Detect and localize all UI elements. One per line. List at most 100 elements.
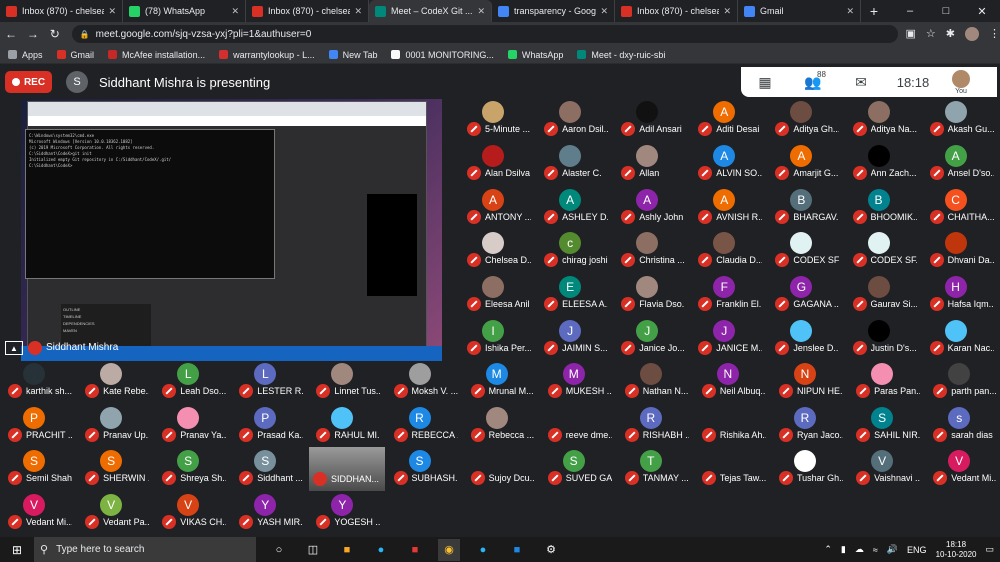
participant-tile[interactable]: c chirag joshi <box>544 232 608 272</box>
browser-tab[interactable]: Inbox (870) - chelseade...✕ <box>615 0 738 22</box>
participant-tile[interactable]: SSUVED GA... <box>547 450 612 490</box>
participant-tile[interactable]: LLESTER R... <box>239 363 303 403</box>
taskbar-clock[interactable]: 18:18 10-10-2020 <box>936 540 977 560</box>
participant-tile[interactable]: SSHERWIN ... <box>85 450 149 490</box>
participant-tile[interactable]: Chelsea D... <box>467 232 531 272</box>
snipping-tool-icon[interactable]: ■ <box>404 539 426 561</box>
chrome-icon[interactable]: ◉ <box>438 538 460 561</box>
tab-close-icon[interactable]: ✕ <box>477 6 485 17</box>
participant-tile[interactable]: E ELEESA A... <box>544 276 608 316</box>
wifi-icon[interactable]: ≈ <box>873 545 878 555</box>
address-bar[interactable]: 🔒 meet.google.com/sjq-vzsa-yxj?pli=1&aut… <box>71 25 898 43</box>
bookmark-item[interactable]: McAfee installation... <box>108 50 205 60</box>
tab-close-icon[interactable]: ✕ <box>354 6 362 17</box>
participant-tile[interactable]: Pranav Ya... <box>162 406 226 447</box>
task-view-icon[interactable]: ◫ <box>302 539 324 561</box>
participant-tile[interactable]: N NIPUN HE... <box>779 363 843 403</box>
participant-tile[interactable]: s sarah dias <box>933 406 993 447</box>
star-icon[interactable]: ☆ <box>926 27 936 41</box>
participant-tile[interactable]: Ann Zach... <box>852 144 917 185</box>
people-icon[interactable]: 👥 88 <box>789 70 837 91</box>
participant-tile[interactable]: CODEX SF... <box>852 232 917 272</box>
notifications-icon[interactable]: ▭ <box>985 544 994 555</box>
participant-tile[interactable]: I Ishika Per... <box>467 320 531 360</box>
participant-tile[interactable]: B BHARGAV... <box>775 188 839 229</box>
participant-tile[interactable]: V Vaishnavi ... <box>856 450 920 490</box>
self-view[interactable]: You <box>941 67 981 97</box>
tab-close-icon[interactable]: ✕ <box>846 6 854 17</box>
chat-icon[interactable]: ✉ <box>837 74 885 91</box>
bookmark-item[interactable]: New Tab <box>328 50 377 60</box>
back-icon[interactable]: ← <box>0 27 22 41</box>
participant-tile[interactable]: R Ryan Jaco... <box>779 406 843 447</box>
participant-tile[interactable]: Aditya Na... <box>852 101 917 141</box>
participant-tile[interactable]: Christina ... <box>621 232 685 272</box>
participant-tile[interactable]: A ANTONY ... <box>467 188 531 229</box>
browser-tab[interactable]: Inbox (870) - chelseade...✕ <box>0 0 123 22</box>
participant-tile[interactable]: M Mrunal M... <box>470 363 534 403</box>
settings-icon[interactable]: ⚙ <box>540 539 562 561</box>
new-tab-button[interactable]: + <box>861 0 887 22</box>
participant-tile[interactable]: J Janice Jo... <box>621 320 685 360</box>
tray-chevron-icon[interactable]: ⌃ <box>824 544 832 555</box>
participant-tile[interactable]: Pranav Up... <box>85 406 149 447</box>
cloud-icon[interactable]: ☁ <box>855 544 864 555</box>
participant-tile[interactable]: V Vedant Pa... <box>85 493 149 534</box>
participant-tile[interactable]: A AVNISH R... <box>698 188 762 229</box>
participant-tile[interactable]: F Franklin El... <box>698 276 762 316</box>
present-screen-icon[interactable]: ▲ <box>5 341 23 355</box>
participant-tile[interactable]: Dhvani Da... <box>929 232 994 272</box>
participant-tile[interactable]: AASHLEY D... <box>544 188 608 229</box>
participant-tile[interactable]: Tushar Gh... <box>779 450 843 490</box>
participant-tile[interactable]: V Vedant Mi... <box>933 450 997 490</box>
file-explorer-icon[interactable]: ■ <box>336 539 358 561</box>
participant-tile[interactable]: RAHUL MI... <box>316 406 380 447</box>
participant-tile[interactable]: Rishika Ah... <box>701 406 766 447</box>
layout-grid-icon[interactable]: ▦ <box>741 74 789 91</box>
taskbar-search[interactable]: ⚲ Type here to search <box>34 537 256 562</box>
battery-icon[interactable]: ▮ <box>841 544 846 555</box>
participant-tile[interactable]: J JAIMIN S... <box>544 320 608 360</box>
participant-tile[interactable]: R RISHABH ... <box>624 406 689 447</box>
browser-tab[interactable]: (78) WhatsApp ✕ <box>123 0 246 22</box>
windows-start-icon[interactable]: ⊞ <box>0 543 34 557</box>
menu-icon[interactable]: ⋮ <box>989 27 1000 41</box>
participant-tile[interactable]: Moksh V. ... <box>393 363 458 403</box>
participant-tile[interactable]: T TANMAY ... <box>624 450 689 490</box>
tab-close-icon[interactable]: ✕ <box>108 6 116 17</box>
participant-tile[interactable]: Nathan N... <box>624 363 688 403</box>
bookmark-item[interactable]: Gmail <box>56 50 94 60</box>
participant-tile[interactable]: Y YASH MIR... <box>239 493 303 534</box>
participant-tile[interactable]: Eleesa Anil <box>467 276 530 316</box>
participant-tile[interactable]: H Hafsa Iqm... <box>929 276 994 316</box>
participant-tile[interactable]: S SUBHASH... <box>393 450 458 490</box>
participant-tile[interactable]: L Leah Dso... <box>162 363 226 403</box>
participant-tile[interactable]: Allan <box>621 144 671 185</box>
minimize-icon[interactable]: – <box>892 0 928 22</box>
edge-icon[interactable]: ● <box>370 539 392 561</box>
participant-tile[interactable]: Alan Dsilva <box>467 144 530 185</box>
bookmark-item[interactable]: Meet - dxy-ruic-sbi <box>577 50 665 60</box>
participant-tile[interactable]: Paras Pan... <box>856 363 920 403</box>
camera-icon[interactable]: ▣ <box>906 27 916 41</box>
participant-tile[interactable]: Justin D's... <box>852 320 917 360</box>
cortana-icon[interactable]: ○ <box>268 539 290 561</box>
participant-tile[interactable]: karthik sh... <box>8 363 72 403</box>
participant-tile[interactable]: Kate Rebe... <box>85 363 149 403</box>
participant-tile[interactable]: Akash Gu... <box>929 101 994 141</box>
tab-close-icon[interactable]: ✕ <box>723 6 731 17</box>
participant-tile[interactable]: SSAHIL NIR... <box>856 406 920 447</box>
forward-icon[interactable]: → <box>22 27 44 41</box>
participant-tile[interactable]: A Aditi Desai <box>698 101 759 141</box>
participant-tile[interactable]: V Vedant Mi... <box>8 493 72 534</box>
language-indicator[interactable]: ENG <box>907 545 927 555</box>
participant-tile[interactable]: CODEX SF... <box>775 232 839 272</box>
participant-tile[interactable]: A Ansel D'so... <box>929 144 994 185</box>
participant-tile[interactable]: A Amarjit G... <box>775 144 838 185</box>
participant-tile[interactable]: Aditya Gh... <box>775 101 839 141</box>
participant-tile[interactable]: Sujoy Dcu... <box>470 450 535 490</box>
participant-tile[interactable]: M MUKESH ... <box>547 363 612 403</box>
skype-icon[interactable]: ● <box>472 539 494 561</box>
participant-tile[interactable]: P Prasad Ka... <box>239 406 303 447</box>
participant-tile[interactable]: G GAGANA ... <box>775 276 839 316</box>
